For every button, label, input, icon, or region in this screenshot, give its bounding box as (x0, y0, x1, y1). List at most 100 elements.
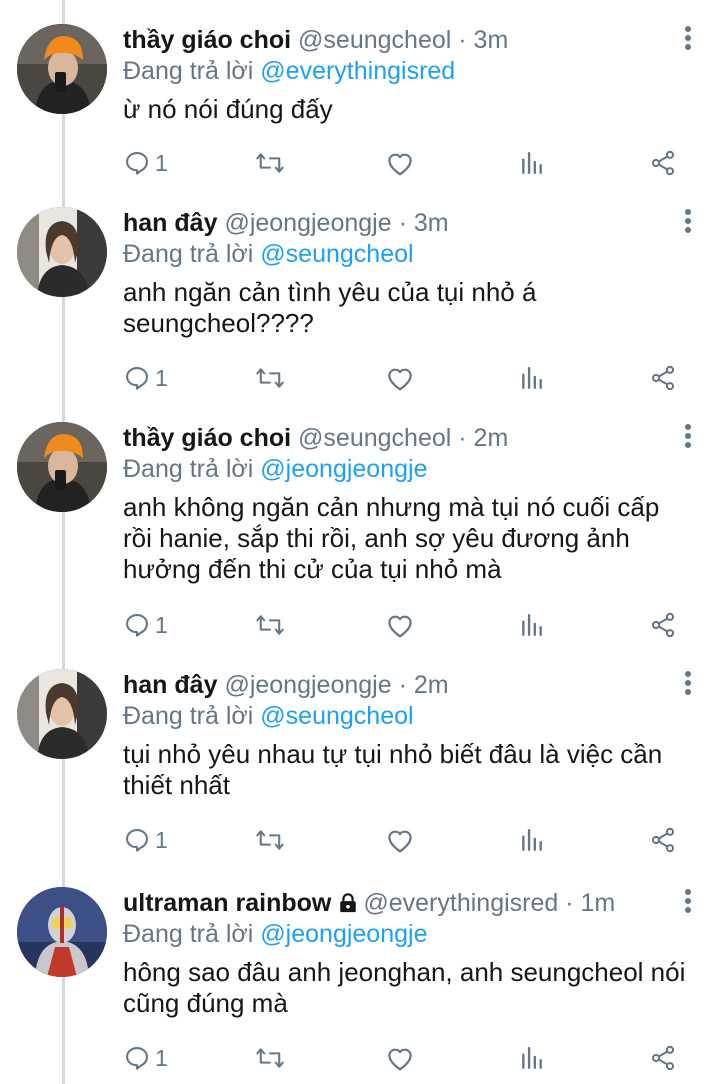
long-hair-avatar-icon (17, 207, 107, 297)
separator-dot: · (398, 209, 407, 237)
analytics-icon (522, 367, 542, 389)
retweet-button[interactable] (255, 825, 285, 855)
more-options-icon[interactable] (684, 209, 692, 235)
action-bar: 1 (123, 148, 683, 178)
user-handle[interactable]: @jeongjeongje (224, 209, 391, 237)
analytics-icon (522, 829, 542, 851)
reply-icon (126, 614, 148, 637)
heart-icon (388, 368, 412, 391)
heart-icon (388, 1048, 412, 1071)
display-name[interactable]: han đây (123, 671, 217, 699)
tweet-text: anh không ngăn cản nhưng mà tụi nó cuối … (123, 492, 660, 584)
replying-to-label: Đang trả lời (123, 920, 254, 948)
more-options-icon[interactable] (684, 424, 692, 450)
heart-icon (388, 830, 412, 853)
reply-mention-link[interactable]: @seungcheol (260, 240, 413, 268)
more-options-icon[interactable] (684, 671, 692, 697)
replying-to-label: Đang trả lời (123, 240, 254, 268)
share-button[interactable] (649, 363, 677, 393)
avatar[interactable] (17, 207, 107, 297)
display-name[interactable]: ultraman rainbow (123, 889, 331, 917)
reply-count: 1 (155, 364, 168, 391)
reply-mention-link[interactable]: @everythingisred (260, 57, 455, 85)
timestamp[interactable]: 3m (414, 209, 449, 237)
reply-button[interactable]: 1 (123, 825, 168, 855)
orange-beanie-avatar-icon (17, 24, 107, 114)
analytics-button[interactable] (519, 610, 545, 640)
reply-mention-link[interactable]: @seungcheol (260, 702, 413, 730)
analytics-button[interactable] (519, 363, 545, 393)
like-button[interactable] (385, 610, 415, 640)
separator-dot: · (458, 424, 467, 452)
timestamp[interactable]: 2m (414, 671, 449, 699)
retweet-button[interactable] (255, 148, 285, 178)
replying-to: Đang trả lời @seungcheol (123, 239, 690, 270)
separator-dot: · (565, 889, 574, 917)
like-button[interactable] (385, 148, 415, 178)
like-button[interactable] (385, 363, 415, 393)
analytics-button[interactable] (519, 1043, 545, 1073)
share-icon (651, 365, 675, 391)
analytics-icon (522, 614, 542, 636)
action-bar: 1 (123, 363, 683, 393)
analytics-button[interactable] (519, 825, 545, 855)
tweet-text: ừ nó nói đúng đấy (123, 94, 333, 124)
reply-mention-link[interactable]: @jeongjeongje (260, 455, 427, 483)
analytics-button[interactable] (519, 148, 545, 178)
replying-to: Đang trả lời @jeongjeongje (123, 454, 690, 485)
analytics-icon (522, 1047, 542, 1069)
display-name[interactable]: han đây (123, 209, 217, 237)
action-bar: 1 (123, 1043, 683, 1073)
share-button[interactable] (649, 825, 677, 855)
timestamp[interactable]: 1m (581, 889, 616, 917)
ultraman-avatar-icon (17, 887, 107, 977)
share-button[interactable] (649, 610, 677, 640)
replying-to: Đang trả lời @seungcheol (123, 701, 690, 732)
action-bar: 1 (123, 825, 683, 855)
reply-mention-link[interactable]: @jeongjeongje (260, 920, 427, 948)
more-options-icon[interactable] (684, 889, 692, 915)
tweet-text: hông sao đâu anh jeonghan, anh seungcheo… (123, 957, 686, 1018)
timestamp[interactable]: 2m (474, 424, 509, 452)
action-bar: 1 (123, 610, 683, 640)
timestamp[interactable]: 3m (474, 26, 509, 54)
avatar[interactable] (17, 422, 107, 512)
retweet-button[interactable] (255, 610, 285, 640)
retweet-icon (256, 153, 284, 173)
user-handle[interactable]: @seungcheol (298, 424, 451, 452)
user-handle[interactable]: @jeongjeongje (224, 671, 391, 699)
reply-button[interactable]: 1 (123, 610, 168, 640)
reply-count: 1 (155, 1044, 168, 1071)
display-name[interactable]: thầy giáo choi (123, 26, 291, 54)
avatar[interactable] (17, 24, 107, 114)
retweet-icon (256, 830, 284, 850)
share-icon (651, 150, 675, 176)
reply-button[interactable]: 1 (123, 1043, 168, 1073)
like-button[interactable] (385, 1043, 415, 1073)
replying-to-label: Đang trả lời (123, 455, 254, 483)
reply-icon (126, 367, 148, 390)
avatar[interactable] (17, 887, 107, 977)
reply-count: 1 (155, 149, 168, 176)
avatar[interactable] (17, 669, 107, 759)
more-options-icon[interactable] (684, 26, 692, 52)
retweet-button[interactable] (255, 1043, 285, 1073)
separator-dot: · (458, 26, 467, 54)
reply-button[interactable]: 1 (123, 363, 168, 393)
share-icon (651, 612, 675, 638)
share-button[interactable] (649, 148, 677, 178)
tweet-header: ultraman rainbow @everythingisred · 1m (123, 887, 690, 919)
reply-icon (126, 829, 148, 852)
analytics-icon (522, 152, 542, 174)
share-button[interactable] (649, 1043, 677, 1073)
replying-to: Đang trả lời @jeongjeongje (123, 919, 690, 950)
reply-button[interactable]: 1 (123, 148, 168, 178)
separator-dot: · (398, 671, 407, 699)
like-button[interactable] (385, 825, 415, 855)
user-handle[interactable]: @seungcheol (298, 26, 451, 54)
orange-beanie-avatar-icon (17, 422, 107, 512)
display-name[interactable]: thầy giáo choi (123, 424, 291, 452)
replying-to-label: Đang trả lời (123, 57, 254, 85)
retweet-button[interactable] (255, 363, 285, 393)
user-handle[interactable]: @everythingisred (363, 889, 558, 917)
